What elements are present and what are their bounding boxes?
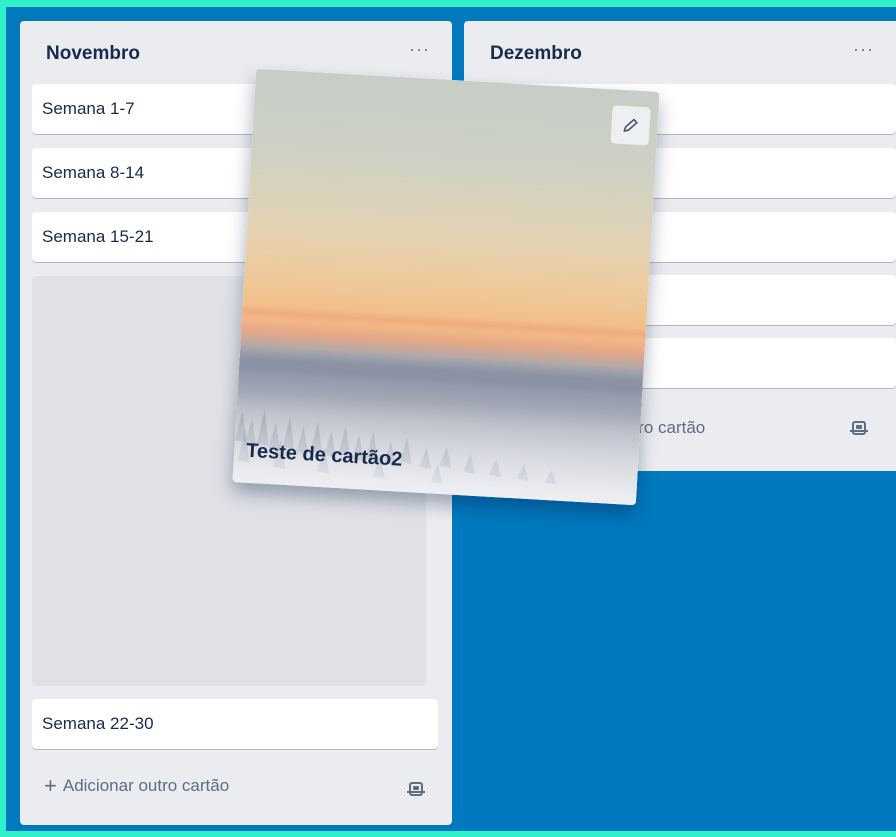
- add-card-label: Adicionar outro cartão: [62, 776, 230, 795]
- edit-card-button[interactable]: [610, 105, 651, 146]
- list-title[interactable]: Dezembro: [490, 43, 582, 65]
- list-title[interactable]: Novembro: [46, 43, 140, 65]
- card-title: Semana 8-14: [42, 163, 145, 182]
- list-header[interactable]: Novembro ···: [20, 21, 452, 79]
- list-menu-icon[interactable]: ···: [853, 39, 874, 60]
- card-title: Semana 15-21: [42, 227, 154, 246]
- card-template-icon[interactable]: [850, 421, 868, 435]
- dragged-card[interactable]: Teste de cartão2: [232, 68, 660, 506]
- card-template-icon[interactable]: [407, 782, 425, 796]
- plus-icon: +: [44, 773, 57, 798]
- highlight-frame-top: [0, 0, 896, 7]
- list-menu-icon[interactable]: ···: [409, 39, 430, 60]
- card-title: Semana 1-7: [42, 99, 135, 118]
- add-card-button[interactable]: + Adicionar outro cartão: [44, 773, 404, 809]
- list-header[interactable]: Dezembro ···: [464, 21, 896, 79]
- card-title: Semana 22-30: [42, 714, 154, 733]
- pencil-icon: [623, 118, 638, 132]
- card-semana-22-30[interactable]: Semana 22-30: [32, 699, 438, 749]
